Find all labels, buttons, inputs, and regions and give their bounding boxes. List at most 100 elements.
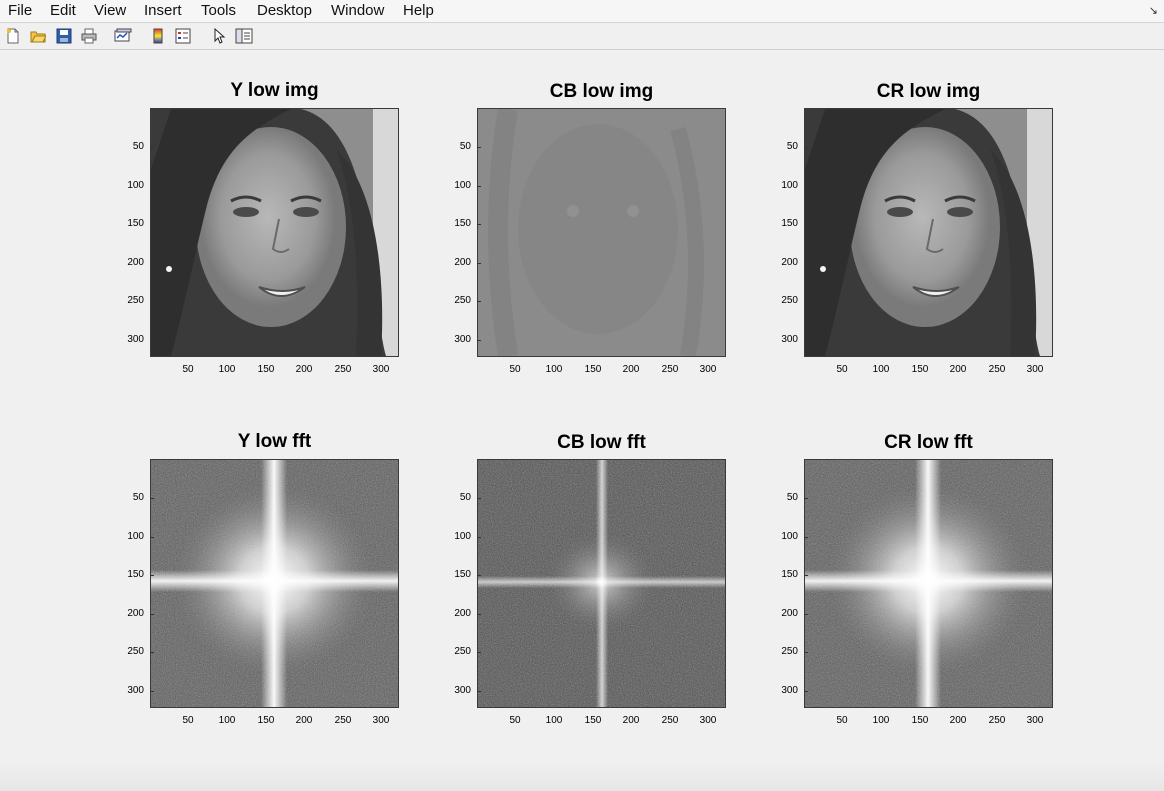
panel-y-low-fft: Y low fft 50 100 150 200 250 300 50 100 …	[127, 431, 399, 731]
menu-edit[interactable]: Edit	[50, 2, 76, 20]
y-tick-label: 100	[781, 531, 798, 542]
y-tick-label: 300	[781, 334, 798, 345]
edit-plot-arrow-icon[interactable]	[210, 27, 228, 45]
x-tick-label: 300	[699, 715, 717, 726]
image-axes[interactable]	[804, 108, 1053, 357]
x-tick-label: 50	[182, 715, 194, 726]
x-tick-label: 300	[372, 364, 390, 375]
menu-insert[interactable]: Insert	[144, 2, 182, 20]
x-tick-label: 200	[295, 364, 313, 375]
x-tick-label: 200	[622, 364, 640, 375]
image-axes[interactable]	[150, 459, 399, 708]
y-tick-label: 100	[781, 180, 798, 191]
y-tick-label: 100	[454, 180, 471, 191]
image-axes[interactable]	[477, 459, 726, 708]
x-tick-label: 200	[949, 715, 967, 726]
panel-title: CB low img	[549, 81, 654, 102]
x-tick-label: 100	[872, 715, 890, 726]
x-tick-label: 250	[334, 364, 352, 375]
x-tick-label: 50	[182, 364, 194, 375]
property-inspector-icon[interactable]	[235, 27, 253, 45]
panel-cb-low-img: CB low img 50 100 150 200 250 300 50 100…	[454, 80, 726, 380]
image-axes[interactable]	[804, 459, 1053, 708]
menu-help[interactable]: Help	[403, 2, 434, 20]
x-tick-label: 300	[372, 715, 390, 726]
menu-view[interactable]: View	[94, 2, 126, 20]
y-tick-label: 250	[127, 646, 144, 657]
panel-title: CB low fft	[557, 432, 646, 453]
x-tick-label: 250	[661, 715, 679, 726]
x-tick-label: 150	[257, 715, 275, 726]
x-tick-label: 150	[584, 715, 602, 726]
x-tick-label: 100	[545, 715, 563, 726]
y-tick-label: 100	[127, 531, 144, 542]
y-tick-label: 200	[781, 608, 798, 619]
y-tick-label: 100	[454, 531, 471, 542]
new-figure-icon[interactable]	[4, 27, 22, 45]
y-tick-label: 150	[454, 218, 471, 229]
save-icon[interactable]	[55, 27, 73, 45]
colorbar-icon[interactable]	[149, 27, 167, 45]
y-tick-label: 150	[127, 218, 144, 229]
face-grayscale-image	[151, 109, 398, 356]
panel-title: Y low img	[230, 80, 319, 101]
panel-title: Y low fft	[237, 431, 312, 452]
menu-file[interactable]: File	[8, 2, 32, 20]
x-tick-label: 250	[988, 715, 1006, 726]
y-tick-label: 300	[454, 334, 471, 345]
cb-chroma-image	[478, 109, 725, 356]
y-tick-label: 300	[127, 685, 144, 696]
y-tick-label: 50	[459, 492, 471, 503]
x-tick-label: 300	[1026, 364, 1044, 375]
panel-cr-low-img: CR low img 50 100 150 200 250 300 50 100…	[781, 80, 1053, 380]
y-tick-label: 50	[132, 141, 144, 152]
image-axes[interactable]	[150, 108, 399, 357]
menu-window[interactable]: Window	[331, 2, 384, 20]
y-tick-label: 250	[781, 295, 798, 306]
menu-desktop[interactable]: Desktop	[257, 2, 312, 20]
x-tick-label: 100	[218, 364, 236, 375]
y-tick-label: 150	[127, 569, 144, 580]
image-axes[interactable]	[477, 108, 726, 357]
x-tick-label: 100	[872, 364, 890, 375]
y-tick-label: 50	[132, 492, 144, 503]
x-tick-label: 150	[911, 715, 929, 726]
fft-spectrum-image	[478, 460, 725, 707]
y-tick-label: 200	[127, 257, 144, 268]
y-tick-label: 150	[454, 569, 471, 580]
x-tick-label: 300	[699, 364, 717, 375]
x-tick-label: 200	[295, 715, 313, 726]
y-tick-label: 150	[781, 569, 798, 580]
panel-y-low-img: Y low img 50 100 150 200 250 300 50 100 …	[127, 80, 399, 380]
x-tick-label: 200	[622, 715, 640, 726]
y-tick-label: 250	[127, 295, 144, 306]
y-tick-label: 50	[786, 492, 798, 503]
x-tick-label: 250	[661, 364, 679, 375]
x-tick-label: 50	[836, 364, 848, 375]
face-grayscale-image	[805, 109, 1052, 356]
y-tick-label: 300	[127, 334, 144, 345]
panel-title: CR low img	[876, 81, 981, 102]
print-icon[interactable]	[80, 27, 98, 45]
y-tick-label: 150	[781, 218, 798, 229]
x-tick-label: 300	[1026, 715, 1044, 726]
fft-spectrum-image	[151, 460, 398, 707]
y-tick-label: 200	[781, 257, 798, 268]
window-bottom-edge	[0, 761, 1164, 791]
x-tick-label: 50	[509, 715, 521, 726]
link-plot-icon[interactable]	[114, 27, 132, 45]
y-tick-label: 50	[459, 141, 471, 152]
y-tick-label: 250	[781, 646, 798, 657]
legend-icon[interactable]	[174, 27, 192, 45]
open-file-icon[interactable]	[29, 27, 47, 45]
x-tick-label: 250	[988, 364, 1006, 375]
x-tick-label: 150	[257, 364, 275, 375]
y-tick-label: 200	[454, 257, 471, 268]
menu-tools[interactable]: Tools	[201, 2, 236, 20]
menu-bar: File Edit View Insert Tools Desktop Wind…	[0, 0, 1164, 23]
x-tick-label: 100	[545, 364, 563, 375]
y-tick-label: 300	[454, 685, 471, 696]
y-tick-label: 100	[127, 180, 144, 191]
menu-overflow-icon[interactable]: ↘	[1149, 4, 1158, 17]
panel-cb-low-fft: CB low fft 50 100 150 200 250 300 50 100…	[454, 431, 726, 731]
